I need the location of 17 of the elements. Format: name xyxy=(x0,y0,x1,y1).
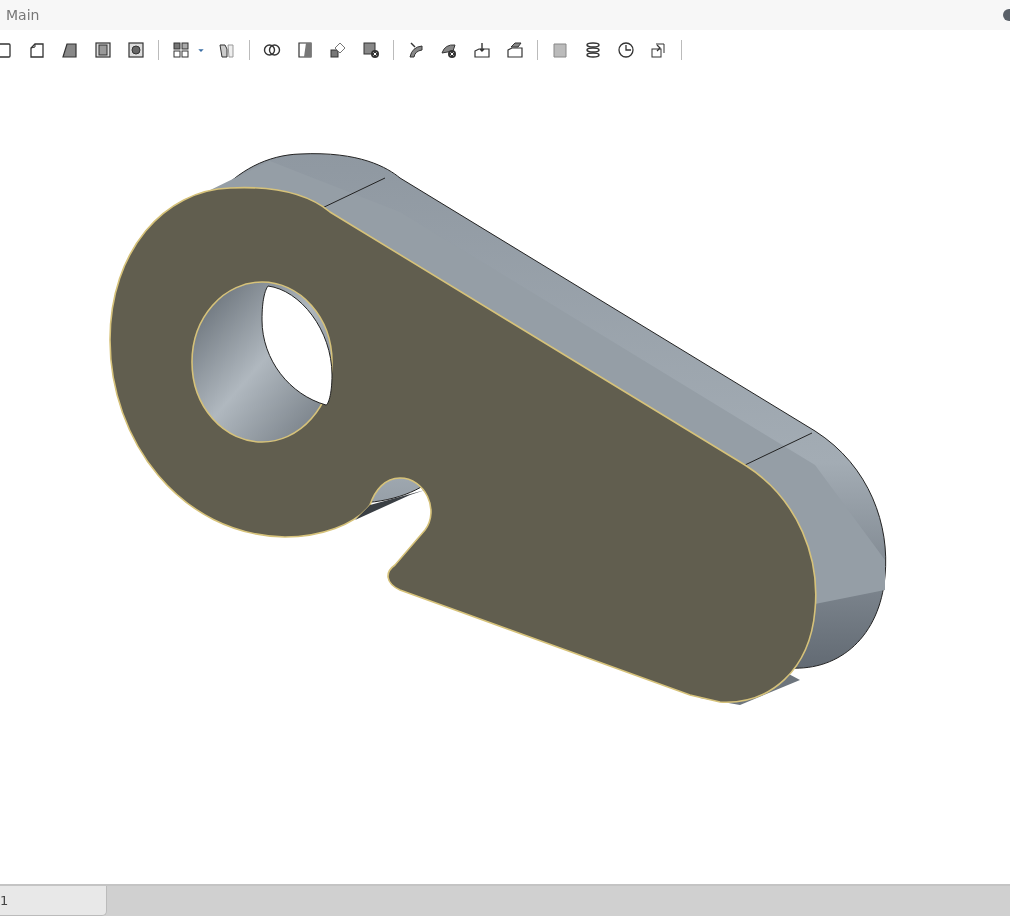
transform-tool-icon[interactable] xyxy=(328,40,348,60)
revolve-tool-icon[interactable] xyxy=(616,40,636,60)
remove-tool-icon[interactable] xyxy=(361,40,381,60)
hole-tool-icon[interactable] xyxy=(126,40,146,60)
helix-tool-icon[interactable] xyxy=(583,40,603,60)
taper-tool-icon[interactable] xyxy=(60,40,80,60)
window-title: Main xyxy=(6,7,40,23)
split-tool-icon[interactable] xyxy=(295,40,315,60)
shell-tool-icon[interactable] xyxy=(93,40,113,60)
plane-tool-icon[interactable] xyxy=(550,40,570,60)
sweep-tool-icon[interactable] xyxy=(406,40,426,60)
chamfer-tool-icon[interactable] xyxy=(27,40,47,60)
box-tool-icon[interactable] xyxy=(0,40,14,60)
sheet-tab[interactable]: 1 xyxy=(0,886,107,916)
lift-tool-icon[interactable] xyxy=(505,40,525,60)
extrude-tool-icon[interactable] xyxy=(472,40,492,60)
grid-tool-icon[interactable] xyxy=(171,40,191,60)
